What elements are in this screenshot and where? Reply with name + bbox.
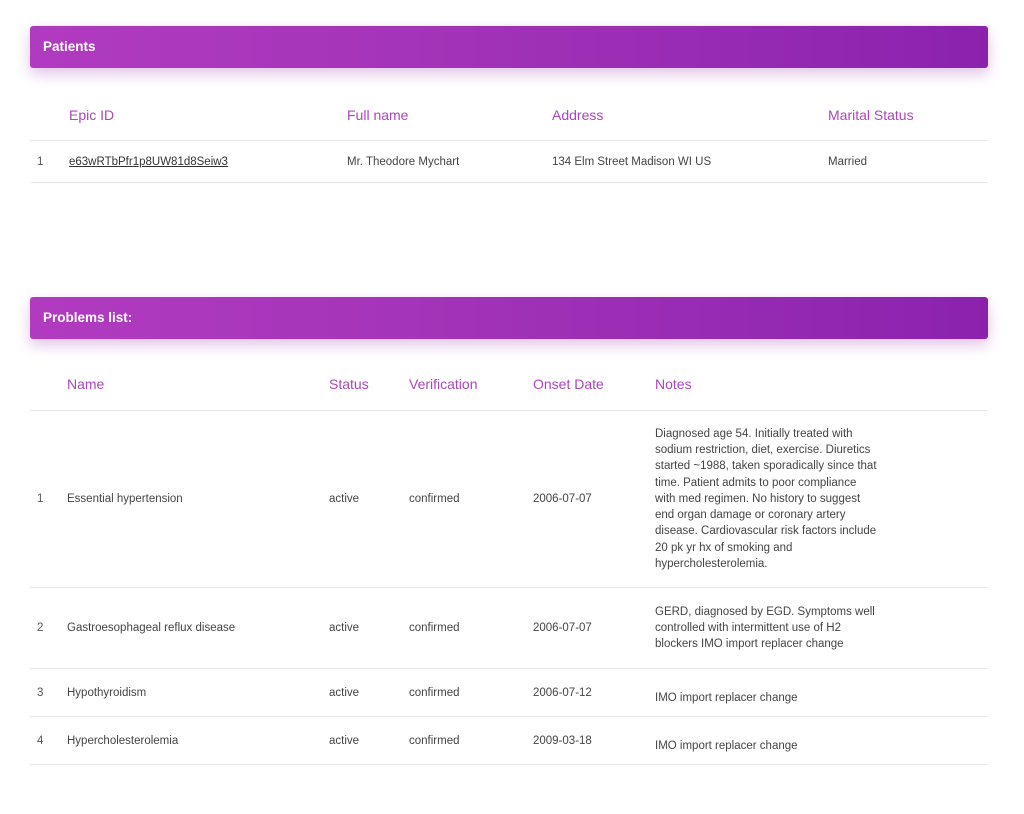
problems-header-row: Name Status Verification Onset Date Note…	[30, 358, 988, 411]
problem-onset-date: 2006-07-12	[533, 668, 655, 717]
patients-header-row: Epic ID Full name Address Marital Status	[30, 90, 988, 141]
table-row: 4 Hypercholesterolemia active confirmed …	[30, 716, 988, 765]
problems-section-header: Problems list:	[30, 297, 988, 339]
problem-onset-date: 2006-07-07	[533, 410, 655, 588]
problem-name: Hypothyroidism	[67, 668, 329, 717]
col-header-full-name: Full name	[347, 90, 552, 141]
patient-full-name: Mr. Theodore Mychart	[347, 140, 552, 183]
patients-section-header: Patients	[30, 26, 988, 68]
problem-notes: Diagnosed age 54. Initially treated with…	[655, 428, 877, 570]
row-index: 1	[30, 140, 69, 183]
table-row: 3 Hypothyroidism active confirmed 2006-0…	[30, 668, 988, 717]
problems-table: Name Status Verification Onset Date Note…	[30, 358, 988, 765]
row-index: 4	[30, 716, 67, 765]
row-index: 1	[30, 410, 67, 588]
problem-name: Hypercholesterolemia	[67, 716, 329, 765]
problem-onset-date: 2006-07-07	[533, 587, 655, 669]
col-header-name: Name	[67, 358, 329, 411]
problem-notes: GERD, diagnosed by EGD. Symptoms well co…	[655, 605, 875, 651]
col-header-address: Address	[552, 90, 828, 141]
col-header-status: Status	[329, 358, 409, 411]
problem-status: active	[329, 716, 409, 765]
problem-verification: confirmed	[409, 410, 533, 588]
epic-id-link[interactable]: e63wRTbPfr1p8UW81d8Seiw3	[69, 156, 228, 168]
problems-col-index	[30, 358, 67, 411]
problem-status: active	[329, 410, 409, 588]
problem-status: active	[329, 587, 409, 669]
problem-notes: IMO import replacer change	[655, 692, 798, 705]
col-header-epic-id: Epic ID	[69, 90, 347, 141]
patient-marital-status: Married	[828, 140, 988, 183]
problems-section-title: Problems list:	[43, 310, 133, 325]
problem-verification: confirmed	[409, 587, 533, 669]
problem-status: active	[329, 668, 409, 717]
table-row: 1 e63wRTbPfr1p8UW81d8Seiw3 Mr. Theodore …	[30, 140, 988, 183]
row-index: 3	[30, 668, 67, 717]
patient-address: 134 Elm Street Madison WI US	[552, 140, 828, 183]
problem-verification: confirmed	[409, 668, 533, 717]
col-header-verification: Verification	[409, 358, 533, 411]
patients-section-title: Patients	[43, 39, 96, 54]
table-row: 2 Gastroesophageal reflux disease active…	[30, 587, 988, 669]
patients-table: Epic ID Full name Address Marital Status…	[30, 90, 988, 183]
problem-name: Gastroesophageal reflux disease	[67, 587, 329, 669]
problem-name: Essential hypertension	[67, 410, 329, 588]
col-header-marital-status: Marital Status	[828, 90, 988, 141]
col-header-onset-date: Onset Date	[533, 358, 655, 411]
table-row: 1 Essential hypertension active confirme…	[30, 410, 988, 588]
col-header-notes: Notes	[655, 358, 988, 411]
problem-onset-date: 2009-03-18	[533, 716, 655, 765]
problem-verification: confirmed	[409, 716, 533, 765]
row-index: 2	[30, 587, 67, 669]
problem-notes: IMO import replacer change	[655, 740, 798, 753]
patients-col-index	[30, 90, 69, 141]
